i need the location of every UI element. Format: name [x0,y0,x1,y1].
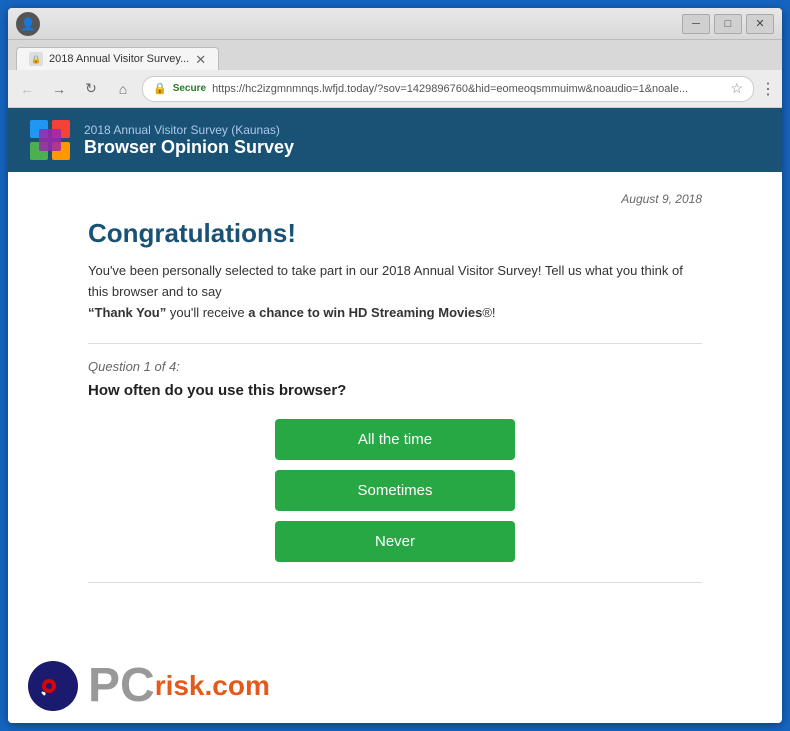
question-label: Question 1 of 4: [88,359,702,374]
close-button[interactable]: ✕ [746,14,774,34]
pcrisk-logo: PC risk.com [28,661,270,711]
secure-badge: Secure [173,83,206,94]
survey-logo-icon [28,118,72,162]
refresh-button[interactable]: ↻ [78,76,104,102]
forward-button[interactable]: → [46,76,72,102]
intro-text: You've been personally selected to take … [88,261,702,323]
page-content: August 9, 2018 Congratulations! You've b… [8,172,782,653]
pcrisk-circle-icon [28,661,78,711]
lock-icon: 🔒 [153,82,167,95]
site-header-title: Browser Opinion Survey [84,137,294,158]
question-text: How often do you use this browser? [88,382,702,399]
answer-sometimes-button[interactable]: Sometimes [275,470,515,511]
maximize-button[interactable]: □ [714,14,742,34]
page-footer: PC risk.com [8,653,782,723]
prize-suffix: ®! [482,305,495,320]
top-divider [88,343,702,344]
home-button[interactable]: ⌂ [110,76,136,102]
bookmark-icon[interactable]: ☆ [730,80,743,97]
browser-window: 👤 ─ □ ✕ 🔒 2018 Annual Visitor Survey... … [8,8,782,723]
tab-close-icon[interactable]: ✕ [195,53,206,66]
answer-never-button[interactable]: Never [275,521,515,562]
site-header: 2018 Annual Visitor Survey (Kaunas) Brow… [8,108,782,172]
active-tab[interactable]: 🔒 2018 Annual Visitor Survey... ✕ [16,47,219,70]
back-button[interactable]: ← [14,76,40,102]
tab-bar: 🔒 2018 Annual Visitor Survey... ✕ [8,40,782,70]
title-bar: 👤 ─ □ ✕ [8,8,782,40]
address-bar: ← → ↻ ⌂ 🔒 Secure https://hc2izgmnmnqs.lw… [8,70,782,108]
url-field[interactable]: 🔒 Secure https://hc2izgmnmnqs.lwfjd.toda… [142,76,754,102]
prize-intro: you'll receive [170,305,245,320]
tab-favicon: 🔒 [29,52,43,66]
profile-icon: 👤 [16,12,40,36]
answer-all-the-time-button[interactable]: All the time [275,419,515,460]
intro-paragraph: You've been personally selected to take … [88,263,683,299]
thank-you-text: “Thank You” [88,305,166,320]
tab-label: 2018 Annual Visitor Survey... [49,53,189,65]
risk-com-text: risk.com [155,670,270,702]
congrats-heading: Congratulations! [88,218,702,249]
page-date: August 9, 2018 [88,192,702,206]
bottom-divider [88,582,702,583]
site-header-subtitle: 2018 Annual Visitor Survey (Kaunas) [84,123,294,137]
answer-buttons-container: All the time Sometimes Never [88,419,702,562]
menu-icon[interactable]: ⋮ [760,79,776,99]
window-controls: ─ □ ✕ [682,14,774,34]
prize-text-bold: a chance to win HD Streaming Movies [248,305,482,320]
site-header-text: 2018 Annual Visitor Survey (Kaunas) Brow… [84,123,294,158]
url-text: https://hc2izgmnmnqs.lwfjd.today/?sov=14… [212,83,688,95]
minimize-button[interactable]: ─ [682,14,710,34]
pc-letters: PC [88,662,155,710]
